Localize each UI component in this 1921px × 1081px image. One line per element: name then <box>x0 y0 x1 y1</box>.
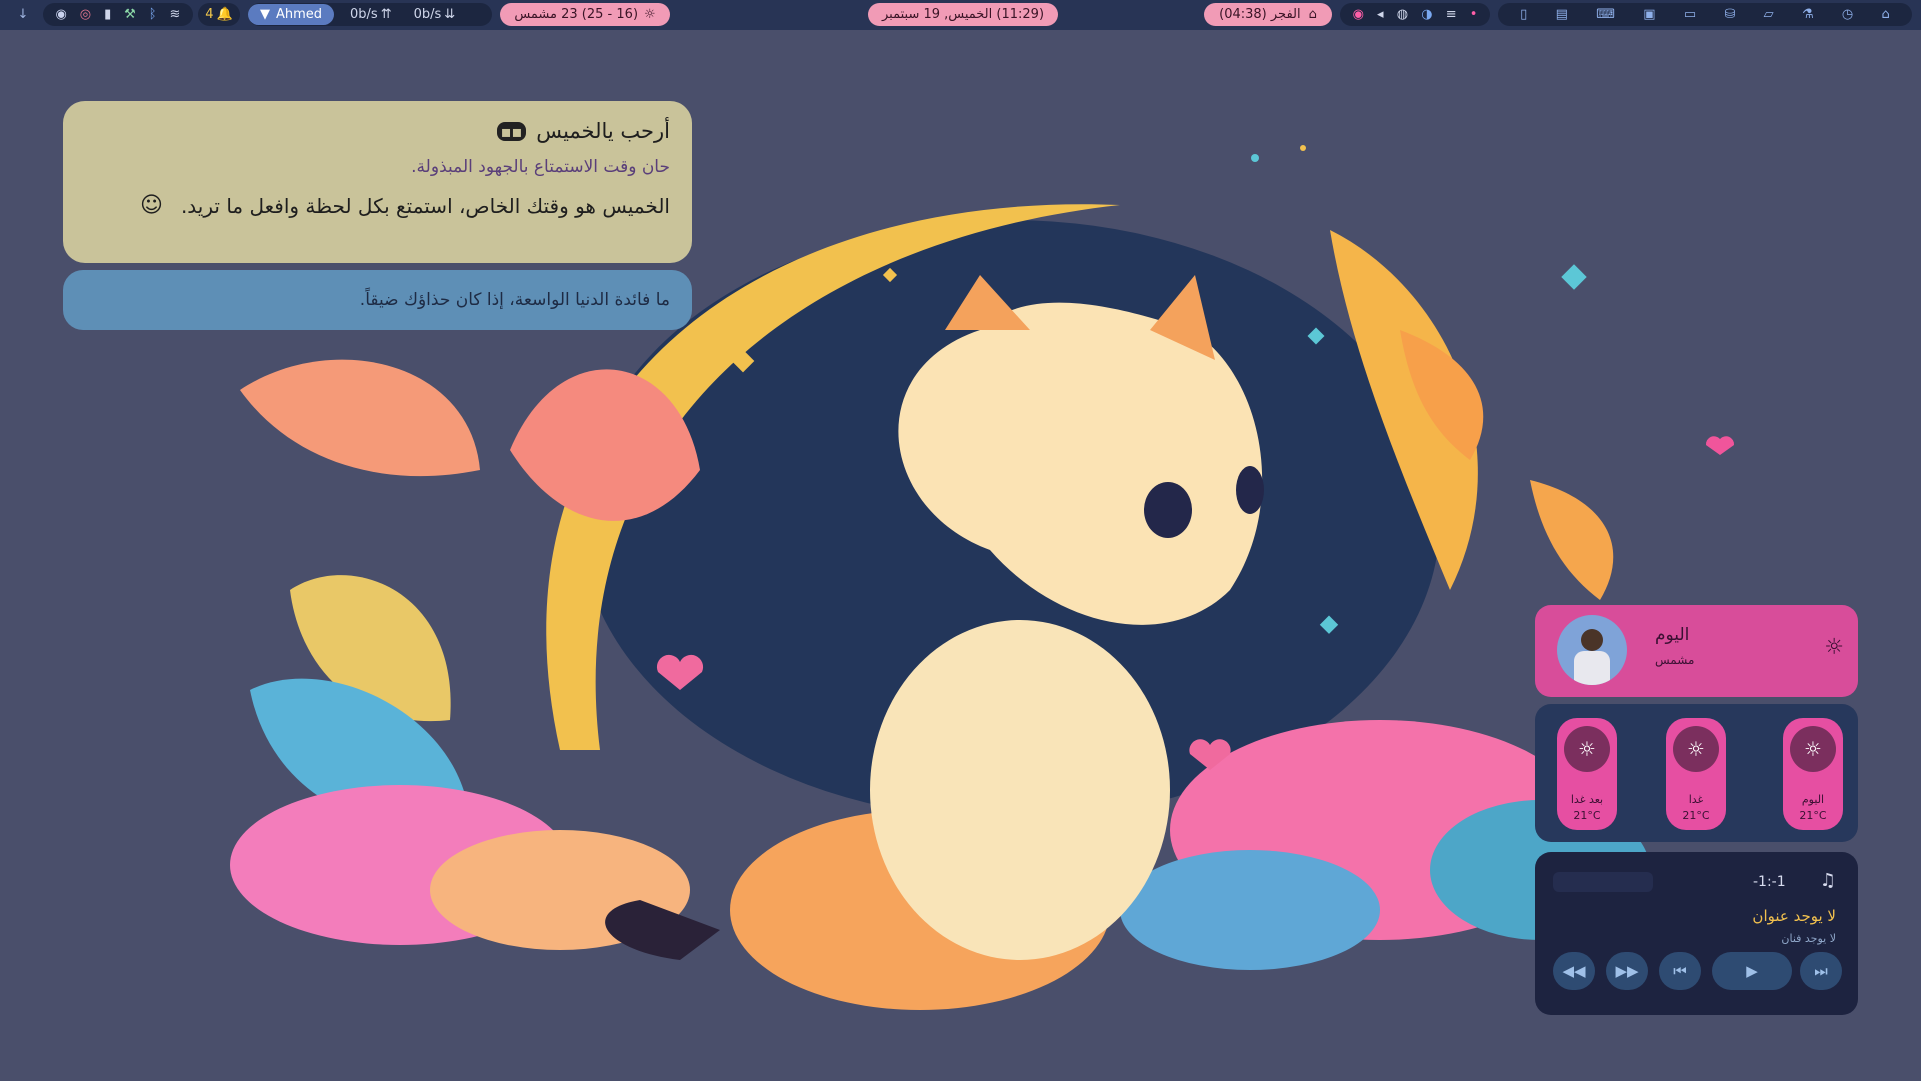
refresh-icon[interactable]: ◎ <box>80 7 91 22</box>
clock-icon[interactable]: ◷ <box>1842 7 1853 22</box>
play-button[interactable]: ▶ <box>1712 952 1792 990</box>
bluetooth-icon[interactable]: ᛒ <box>149 7 157 22</box>
music-note-icon: ♫ <box>1819 870 1836 891</box>
forecast-day-label: اليوم <box>1801 793 1825 806</box>
forecast-day-temp: 21°C <box>1682 809 1710 822</box>
weather-widget: اليوم مشمس ☼ <box>1535 605 1858 697</box>
progress-bar[interactable] <box>1553 872 1653 892</box>
forecast-day-temp: 21°C <box>1799 809 1827 822</box>
next-button[interactable]: ⏭ <box>1800 952 1842 990</box>
record-icon[interactable]: ◉ <box>1353 7 1364 22</box>
upload-speed: 0b/s <box>413 7 442 22</box>
dot-icon[interactable]: • <box>1470 7 1478 22</box>
wifi-icon: ▼ <box>259 7 270 22</box>
weather-condition: مشمس <box>1655 653 1695 667</box>
track-artist: لا يوجد فنان <box>1781 932 1836 945</box>
forecast-day-temp: 21°C <box>1573 809 1601 822</box>
network-name: Ahmed <box>275 7 323 22</box>
sun-icon: ☼ <box>1673 726 1719 772</box>
greeting-title: أرحب يالخميس <box>536 119 670 143</box>
forecast-day[interactable]: ☼ غدا 21°C <box>1666 718 1726 830</box>
document-icon[interactable]: ▤ <box>1556 7 1568 22</box>
keyboard-icon[interactable]: ⌨ <box>1596 7 1615 22</box>
rewind-icon: ◀◀ <box>1562 962 1586 980</box>
greeting-subtitle: حان وقت الاستمتاع بالجهود المبذولة. <box>411 157 670 177</box>
clock-pill[interactable]: (11:29) الخميس, 19 سبتمبر <box>868 3 1058 26</box>
rewind-button[interactable]: ◀◀ <box>1553 952 1595 990</box>
weather-day: اليوم <box>1655 625 1690 645</box>
top-bar: ↓ ◉ ◎ ▮ ⚒ ᛒ ≋ 4 🔔 ▼ Ahmed 0b/s ⇈ 0b/s ⇊ … <box>0 0 1921 30</box>
quote-card: ما فائدة الدنيا الواسعة، إذا كان حذاؤك ض… <box>63 270 692 330</box>
discord-icon[interactable]: ◉ <box>55 7 66 22</box>
network-pill: ▼ Ahmed 0b/s ⇈ 0b/s ⇊ <box>248 3 492 26</box>
tray-icons: ◉ ◎ ▮ ⚒ ᛒ ≋ <box>43 3 193 26</box>
sun-icon: ☼ <box>1824 635 1844 660</box>
arrow-down-icon[interactable]: ↓ <box>10 3 36 26</box>
notifications[interactable]: 4 🔔 <box>198 3 240 26</box>
download-speed: 0b/s <box>350 7 378 22</box>
forecast-widget: ☼ بعد غدا 21°C ☼ غدا 21°C ☼ اليوم 21°C <box>1535 704 1858 842</box>
forecast-day[interactable]: ☼ بعد غدا 21°C <box>1557 718 1617 830</box>
microphone-icon[interactable]: ◍ <box>1397 7 1408 22</box>
prayer-time: الفجر (04:38) <box>1219 7 1301 22</box>
fast-forward-button[interactable]: ▶▶ <box>1606 952 1648 990</box>
settings-slider-icon[interactable]: ≡ <box>1446 7 1457 22</box>
quote-text: ما فائدة الدنيا الواسعة، إذا كان حذاؤك ض… <box>359 290 670 310</box>
greeting-card: أرحب يالخميس ▪▪ حان وقت الاستمتاع بالجهو… <box>63 101 692 263</box>
greeting-message: الخميس هو وقتك الخاص، استمتع بكل لحظة وا… <box>180 193 670 218</box>
forecast-day-label: غدا <box>1688 793 1704 806</box>
weather-pill[interactable]: (16 - 25) 23 مشمس ☼ <box>500 3 670 26</box>
forecast-day[interactable]: ☼ اليوم 21°C <box>1783 718 1843 830</box>
datetime: (11:29) الخميس, 19 سبتمبر <box>881 7 1045 22</box>
track-time: -1:-1 <box>1753 874 1786 890</box>
clipboard-icon[interactable]: ▮ <box>104 7 111 22</box>
upload-arrows-icon: ⇈ <box>380 7 392 22</box>
track-title: لا يوجد عنوان <box>1752 907 1836 925</box>
toggle-icon[interactable]: ◑ <box>1421 7 1432 22</box>
sun-icon: ☼ <box>1564 726 1610 772</box>
gamepad-icon: ▪▪ <box>496 121 527 141</box>
prayer-pill[interactable]: الفجر (04:38) ⌂ <box>1204 3 1332 26</box>
app-launcher-tray: ▯ ▤ ⌨ ▣ ▭ ⛁ ▱ ⚗ ◷ ⌂ <box>1498 3 1912 26</box>
mosque-icon: ⌂ <box>1308 7 1317 22</box>
notification-count: 4 <box>205 7 214 22</box>
download-arrows-icon: ⇊ <box>444 7 456 22</box>
sun-icon: ☼ <box>644 7 656 22</box>
image-folder-icon[interactable]: ▣ <box>1643 7 1655 22</box>
network-tool-icon[interactable]: ⚒ <box>124 7 136 22</box>
sun-icon: ☼ <box>1790 726 1836 772</box>
wifi-icon[interactable]: ≋ <box>170 7 181 22</box>
folder-icon[interactable]: ▱ <box>1764 7 1774 22</box>
smile-icon: ☺ <box>140 193 163 218</box>
network-name-chip[interactable]: ▼ Ahmed <box>248 4 334 25</box>
flask-icon[interactable]: ⚗ <box>1802 7 1814 22</box>
phone-icon[interactable]: ▯ <box>1520 7 1527 22</box>
avatar <box>1557 615 1627 685</box>
forecast-day-label: بعد غدا <box>1570 793 1604 806</box>
bell-icon: 🔔 <box>216 7 233 22</box>
play-icon: ▶ <box>1746 962 1758 980</box>
skip-next-icon: ⏭ <box>1814 962 1828 980</box>
media-tray: ◉ ◂ ◍ ◑ ≡ • <box>1340 3 1490 26</box>
media-player: -1:-1 ♫ لا يوجد عنوان لا يوجد فنان ◀◀ ▶▶… <box>1535 852 1858 1015</box>
skip-previous-icon: ⏮ <box>1673 962 1687 980</box>
weather-summary: (16 - 25) 23 مشمس <box>514 7 639 22</box>
fast-forward-icon: ▶▶ <box>1615 962 1639 980</box>
chat-icon[interactable]: ▭ <box>1684 7 1696 22</box>
home-icon[interactable]: ⌂ <box>1882 7 1890 22</box>
previous-button[interactable]: ⏮ <box>1659 952 1701 990</box>
volume-icon[interactable]: ◂ <box>1377 7 1384 22</box>
database-settings-icon[interactable]: ⛁ <box>1724 7 1735 22</box>
